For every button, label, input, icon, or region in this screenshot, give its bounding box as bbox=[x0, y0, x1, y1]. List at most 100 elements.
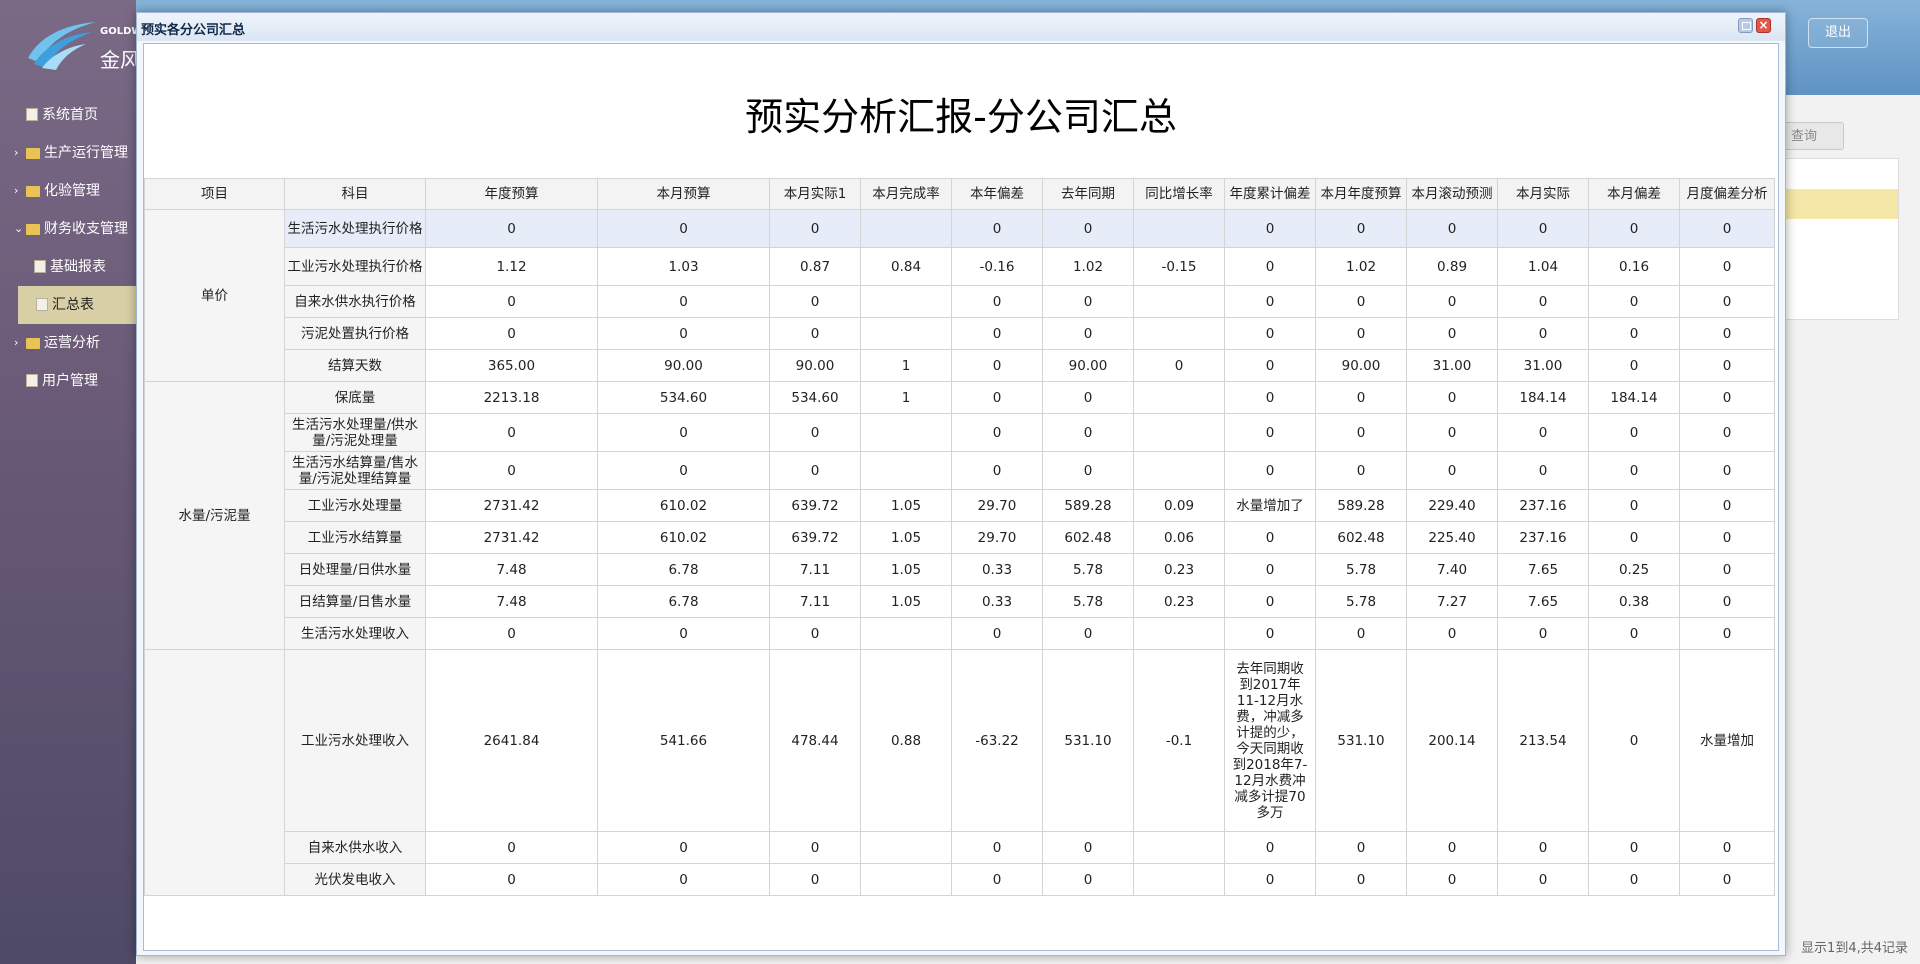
value-cell: 0 bbox=[597, 451, 770, 490]
table-row[interactable]: 生活污水处理量/供水量/污泥处理量 0 0 0 0 0 0 0 0 0 0 0 bbox=[145, 413, 1775, 452]
value-cell: 0 bbox=[1224, 285, 1316, 318]
subject-cell: 结算天数 bbox=[284, 349, 426, 382]
value-cell: 0 bbox=[1224, 317, 1316, 350]
sidebar-item[interactable]: ⌄ 财务收支管理 bbox=[0, 210, 136, 248]
value-cell: 1.05 bbox=[860, 553, 952, 586]
table-row[interactable]: 工业污水处理收入 2641.84 541.66 478.44 0.88 -63.22 531… bbox=[144, 649, 1775, 896]
table-row[interactable]: 日处理量/日供水量 7.48 6.78 7.11 1.05 0.33 5.78 0.23 0 5.… bbox=[145, 553, 1775, 586]
folder-icon bbox=[26, 338, 40, 349]
subject-cell: 污泥处置执行价格 bbox=[284, 317, 426, 350]
column-header: 月度偏差分析 bbox=[1679, 178, 1775, 210]
value-cell: 213.54 bbox=[1497, 649, 1589, 832]
subject-cell: 生活污水结算量/售水量/污泥处理结算量 bbox=[284, 451, 426, 490]
value-cell: 1.05 bbox=[860, 489, 952, 522]
table-row[interactable]: 污泥处置执行价格 0 0 0 0 0 0 0 0 0 0 0 bbox=[145, 317, 1775, 350]
sidebar-item[interactable]: › 运营分析 bbox=[0, 324, 136, 362]
value-cell bbox=[1133, 451, 1225, 490]
value-cell: 0 bbox=[1497, 285, 1589, 318]
table-row[interactable]: 自来水供水收入 0 0 0 0 0 0 0 0 0 0 0 bbox=[145, 831, 1775, 864]
table-row[interactable]: 自来水供水执行价格 0 0 0 0 0 0 0 0 0 0 0 bbox=[145, 285, 1775, 318]
value-cell: 184.14 bbox=[1588, 381, 1680, 414]
value-cell: 0 bbox=[769, 413, 861, 452]
value-cell: 0 bbox=[1315, 381, 1407, 414]
folder-icon bbox=[26, 186, 40, 197]
value-cell: 7.11 bbox=[769, 585, 861, 618]
value-cell: 7.11 bbox=[769, 553, 861, 586]
value-cell bbox=[1133, 617, 1225, 650]
value-cell: 1.02 bbox=[1315, 247, 1407, 286]
sidebar-item[interactable]: 用户管理 bbox=[0, 362, 136, 400]
logo-swoosh-icon bbox=[28, 22, 96, 70]
sidebar-item-label: 生产运行管理 bbox=[44, 145, 128, 161]
value-cell: 0.33 bbox=[951, 553, 1043, 586]
value-cell: 0.25 bbox=[1588, 553, 1680, 586]
value-cell: 0.38 bbox=[1588, 585, 1680, 618]
value-cell: 0 bbox=[597, 285, 770, 318]
maximize-button[interactable] bbox=[1738, 18, 1753, 33]
query-button[interactable]: 查询 bbox=[1780, 122, 1844, 150]
dialog-titlebar[interactable]: 预实各分公司汇总 × bbox=[137, 13, 1785, 41]
value-cell: 0 bbox=[1588, 285, 1680, 318]
value-cell bbox=[860, 863, 952, 896]
table-row[interactable]: 工业污水处理执行价格 1.12 1.03 0.87 0.84 -0.16 1.02 -0.15… bbox=[145, 247, 1775, 286]
table-row[interactable]: 生活污水处理收入 0 0 0 0 0 0 0 0 0 0 0 bbox=[145, 617, 1775, 650]
value-cell: 31.00 bbox=[1497, 349, 1589, 382]
sidebar-item[interactable]: 系统首页 bbox=[0, 96, 136, 134]
value-cell: 0 bbox=[1497, 617, 1589, 650]
close-button[interactable]: × bbox=[1756, 18, 1771, 33]
value-cell: 478.44 bbox=[769, 649, 861, 832]
table-row[interactable]: 光伏发电收入 0 0 0 0 0 0 0 0 0 0 0 bbox=[145, 863, 1775, 896]
selected-row[interactable] bbox=[1784, 189, 1898, 219]
sidebar-item[interactable]: 汇总表 bbox=[18, 286, 136, 324]
table-row[interactable]: 工业污水结算量 2731.42 610.02 639.72 1.05 29.70 602.4… bbox=[145, 521, 1775, 554]
value-cell: 0 bbox=[1588, 413, 1680, 452]
chevron-right-icon: › bbox=[14, 184, 19, 197]
value-cell: 0 bbox=[1042, 451, 1134, 490]
table-row[interactable]: 日结算量/日售水量 7.48 6.78 7.11 1.05 0.33 5.78 0.23 0 5.… bbox=[145, 585, 1775, 618]
value-cell: 0 bbox=[597, 317, 770, 350]
column-header: 年度预算 bbox=[425, 178, 598, 210]
value-cell: 0 bbox=[425, 831, 598, 864]
table-row[interactable]: 单价 生活污水处理执行价格 0 0 0 0 0 0 0 0 0 0 0 bbox=[144, 209, 1775, 382]
value-cell: 0 bbox=[1315, 617, 1407, 650]
value-cell: 2213.18 bbox=[425, 381, 598, 414]
value-cell bbox=[860, 285, 952, 318]
subject-cell: 日处理量/日供水量 bbox=[284, 553, 426, 586]
value-cell: 0 bbox=[1588, 831, 1680, 864]
value-cell bbox=[860, 617, 952, 650]
report-table: 项目 科目 年度预算 本月预算 本月实际1 本月完成率 本年偏差 去年同期 同比增长率 年度累计偏… bbox=[144, 178, 1775, 896]
sidebar-item[interactable]: › 化验管理 bbox=[0, 172, 136, 210]
background-data-grid bbox=[1783, 158, 1899, 320]
value-cell: 184.14 bbox=[1497, 381, 1589, 414]
value-cell: 1 bbox=[860, 381, 952, 414]
value-cell bbox=[1133, 285, 1225, 318]
value-cell: 0 bbox=[1679, 863, 1775, 896]
value-cell: 229.40 bbox=[1406, 489, 1498, 522]
value-cell: 0 bbox=[1042, 413, 1134, 452]
value-cell: 0 bbox=[1406, 413, 1498, 452]
subject-cell: 生活污水处理执行价格 bbox=[284, 209, 426, 248]
value-cell: 0.84 bbox=[860, 247, 952, 286]
value-cell: 0 bbox=[951, 451, 1043, 490]
value-cell: 0 bbox=[1497, 451, 1589, 490]
value-cell: 0 bbox=[425, 413, 598, 452]
value-cell: 0 bbox=[1315, 831, 1407, 864]
table-row[interactable]: 生活污水结算量/售水量/污泥处理结算量 0 0 0 0 0 0 0 0 0 0 0 bbox=[145, 451, 1775, 490]
value-cell: 0 bbox=[1042, 381, 1134, 414]
value-cell: 0 bbox=[1679, 831, 1775, 864]
value-cell: 0 bbox=[1679, 451, 1775, 490]
value-cell: 639.72 bbox=[769, 521, 861, 554]
column-header: 本月滚动预测 bbox=[1406, 178, 1498, 210]
sidebar-item-label: 基础报表 bbox=[50, 259, 106, 275]
sidebar-item[interactable]: 基础报表 bbox=[0, 248, 136, 286]
value-cell: 0 bbox=[1588, 521, 1680, 554]
logout-button[interactable]: 退出 bbox=[1808, 18, 1868, 48]
table-row[interactable]: 水量/污泥量 保底量 2213.18 534.60 534.60 1 0 0 0 0 0 184.14… bbox=[144, 381, 1775, 650]
value-cell: 0 bbox=[425, 863, 598, 896]
table-row[interactable]: 工业污水处理量 2731.42 610.02 639.72 1.05 29.70 589.2… bbox=[145, 489, 1775, 522]
value-cell: 5.78 bbox=[1042, 585, 1134, 618]
sidebar-item[interactable]: › 生产运行管理 bbox=[0, 134, 136, 172]
table-row[interactable]: 结算天数 365.00 90.00 90.00 1 0 90.00 0 0 90.00 31.00 3… bbox=[145, 349, 1775, 382]
subject-cell: 工业污水处理收入 bbox=[284, 649, 426, 832]
sidebar: GOLDW 金风 系统首页 › 生产运行管理 › 化验管理 ⌄ 财务收支管理 基础报表 汇总表 ›… bbox=[0, 0, 142, 964]
